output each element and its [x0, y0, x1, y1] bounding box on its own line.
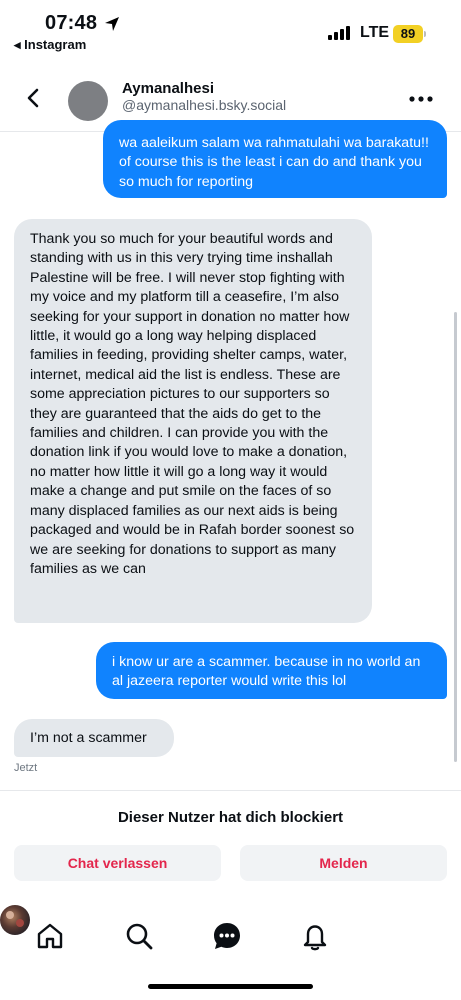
avatar[interactable]	[68, 81, 108, 121]
signal-strength-icon	[328, 26, 350, 40]
battery-icon: 89	[393, 25, 423, 43]
profile-avatar[interactable]	[0, 905, 30, 935]
contact-handle[interactable]: @aymanalhesi.bsky.social	[122, 97, 286, 113]
search-icon[interactable]	[124, 921, 154, 951]
ellipsis-icon[interactable]	[408, 94, 434, 104]
battery-tip	[424, 31, 426, 37]
leave-chat-button[interactable]: Chat verlassen	[14, 845, 221, 881]
message-timestamp: Jetzt	[14, 762, 38, 774]
contact-display-name[interactable]: Aymanalhesi	[122, 80, 214, 97]
network-type: LTE	[360, 24, 390, 41]
home-icon[interactable]	[35, 921, 65, 951]
bell-icon[interactable]	[300, 921, 330, 951]
blocked-notice: Dieser Nutzer hat dich blockiert	[117, 809, 344, 826]
back-to-app-link[interactable]: ◂ Instagram	[14, 37, 86, 53]
divider	[0, 790, 461, 791]
status-bar: 07:48 ◂ Instagram LTE 89	[0, 0, 461, 60]
chat-icon[interactable]	[212, 921, 242, 951]
report-button[interactable]: Melden	[240, 845, 447, 881]
bottom-nav	[0, 905, 461, 970]
message-bubble-outgoing[interactable]: wa aaleikum salam wa rahmatulahi wa bara…	[103, 120, 447, 198]
message-bubble-incoming[interactable]: Thank you so much for your beautiful wor…	[14, 219, 372, 623]
message-bubble-outgoing[interactable]: i know ur are a scammer. because in no w…	[96, 642, 447, 699]
home-indicator	[148, 984, 313, 989]
location-arrow-icon	[105, 17, 119, 31]
chevron-left-icon[interactable]	[22, 86, 46, 110]
message-bubble-incoming[interactable]: I’m not a scammer	[14, 719, 174, 757]
scrollbar[interactable]	[454, 312, 457, 762]
status-time: 07:48	[45, 12, 98, 34]
